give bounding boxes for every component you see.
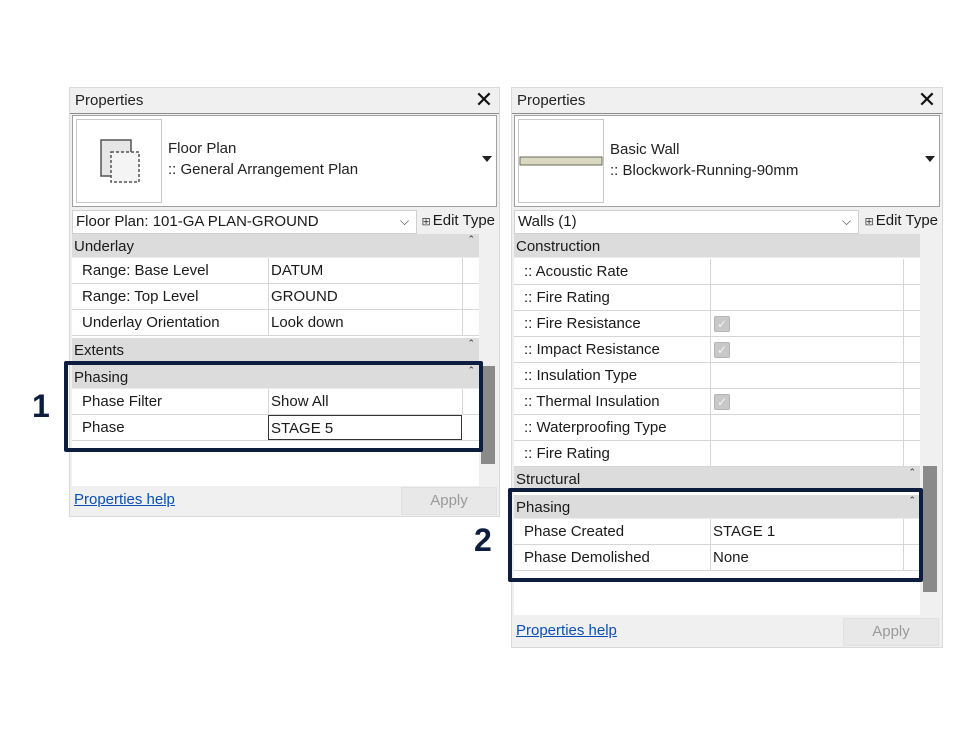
type-name: :: General Arrangement Plan <box>168 161 359 178</box>
property-value[interactable] <box>710 363 903 389</box>
edit-type-label: Edit Type <box>875 212 938 229</box>
property-extra-cell <box>462 310 479 336</box>
property-value: ✓ <box>710 311 903 337</box>
properties-help-link[interactable]: Properties help <box>74 491 175 508</box>
panel-title: Properties <box>517 92 586 109</box>
callout-box-1 <box>64 361 483 452</box>
group-label: Structural <box>516 471 581 488</box>
property-value[interactable] <box>710 285 903 311</box>
property-name: :: Impact Resistance <box>524 341 660 358</box>
property-value[interactable] <box>710 441 903 467</box>
instance-filter-dropdown[interactable]: Walls (1) ⌵ <box>514 210 859 234</box>
vertical-scrollbar[interactable] <box>921 234 939 592</box>
group-label: Underlay <box>74 238 135 255</box>
property-name: :: Waterproofing Type <box>524 419 667 436</box>
instance-filter-dropdown[interactable]: Floor Plan: 101-GA PLAN-GROUND ⌵ <box>72 210 417 234</box>
property-row[interactable]: :: Thermal Insulation ✓ <box>514 389 920 415</box>
properties-panel-left: Properties ✕ Floor Plan :: General Arran… <box>69 87 500 517</box>
property-value[interactable] <box>710 259 903 285</box>
apply-button[interactable]: Apply <box>843 618 939 646</box>
edit-type-button[interactable]: ⊞ Edit Type <box>422 212 495 229</box>
collapse-icon[interactable]: ⌃ <box>908 467 916 478</box>
property-row[interactable]: :: Waterproofing Type <box>514 415 920 441</box>
property-extra-cell <box>462 258 479 284</box>
property-name: :: Thermal Insulation <box>524 393 660 410</box>
property-row[interactable]: :: Insulation Type <box>514 363 920 389</box>
property-name: Range: Base Level <box>82 262 209 279</box>
chevron-down-icon[interactable] <box>482 156 492 162</box>
property-row[interactable]: :: Acoustic Rate <box>514 259 920 285</box>
checkbox-checked[interactable]: ✓ <box>714 342 730 358</box>
property-row[interactable]: :: Fire Rating <box>514 285 920 311</box>
group-construction[interactable]: Construction <box>514 234 920 258</box>
floor-plan-icon <box>76 119 162 203</box>
panel-title: Properties <box>75 92 144 109</box>
scrollbar-thumb[interactable] <box>481 366 495 464</box>
property-extra-cell <box>903 441 920 467</box>
property-value[interactable]: DATUM <box>268 258 462 284</box>
edit-type-icon: ⊞ <box>421 216 431 228</box>
property-extra-cell <box>903 363 920 389</box>
type-family: Floor Plan <box>168 140 237 157</box>
type-name: :: Blockwork-Running-90mm <box>610 162 799 179</box>
property-row[interactable]: :: Fire Rating <box>514 441 920 467</box>
property-name: :: Fire Rating <box>524 289 610 306</box>
collapse-icon[interactable]: ⌃ <box>467 338 475 349</box>
properties-help-link[interactable]: Properties help <box>516 622 617 639</box>
edit-type-label: Edit Type <box>432 212 495 229</box>
property-extra-cell <box>903 285 920 311</box>
panel-header: Properties ✕ <box>512 88 942 114</box>
property-extra-cell <box>903 259 920 285</box>
property-name: Range: Top Level <box>82 288 199 305</box>
property-name: :: Fire Resistance <box>524 315 641 332</box>
property-row[interactable]: :: Fire Resistance ✓ <box>514 311 920 337</box>
property-name: Underlay Orientation <box>82 314 220 331</box>
callout-box-2 <box>508 488 923 582</box>
panel-header: Properties ✕ <box>70 88 499 114</box>
edit-type-button[interactable]: ⊞ Edit Type <box>865 212 938 229</box>
instance-filter-label: Floor Plan: 101-GA PLAN-GROUND <box>76 213 319 230</box>
group-extents[interactable]: Extents ⌃ <box>72 338 479 362</box>
chevron-down-icon: ⌵ <box>400 214 410 228</box>
property-value[interactable] <box>710 415 903 441</box>
callout-number-2: 2 <box>474 522 492 558</box>
property-name: :: Insulation Type <box>524 367 638 384</box>
group-label: Extents <box>74 342 125 359</box>
group-underlay[interactable]: Underlay ⌃ <box>72 234 479 258</box>
property-row[interactable]: Underlay Orientation Look down <box>72 310 479 336</box>
property-extra-cell <box>903 415 920 441</box>
instance-filter-label: Walls (1) <box>518 213 577 230</box>
instance-selector: Floor Plan: 101-GA PLAN-GROUND ⌵ ⊞ Edit T… <box>72 210 497 234</box>
chevron-down-icon: ⌵ <box>842 214 852 228</box>
callout-number-1: 1 <box>32 388 50 424</box>
property-name: :: Acoustic Rate <box>524 263 629 280</box>
edit-type-icon: ⊞ <box>864 216 874 228</box>
close-icon[interactable]: ✕ <box>916 88 938 112</box>
checkbox-checked[interactable]: ✓ <box>714 316 730 332</box>
checkbox-checked[interactable]: ✓ <box>714 394 730 410</box>
scrollbar-thumb[interactable] <box>923 466 937 592</box>
property-extra-cell <box>903 311 920 337</box>
close-icon[interactable]: ✕ <box>473 88 495 112</box>
property-extra-cell <box>903 389 920 415</box>
property-extra-cell <box>903 337 920 363</box>
property-extra-cell <box>462 284 479 310</box>
type-family: Basic Wall <box>610 141 680 158</box>
property-value[interactable]: Look down <box>268 310 462 336</box>
wall-preview-icon <box>518 119 604 203</box>
property-value[interactable]: GROUND <box>268 284 462 310</box>
apply-button[interactable]: Apply <box>401 487 497 515</box>
instance-selector: Walls (1) ⌵ ⊞ Edit Type <box>514 210 940 234</box>
property-value: ✓ <box>710 389 903 415</box>
property-row[interactable]: Range: Top Level GROUND <box>72 284 479 310</box>
collapse-icon[interactable]: ⌃ <box>467 234 475 245</box>
chevron-down-icon[interactable] <box>925 156 935 162</box>
property-value: ✓ <box>710 337 903 363</box>
property-row[interactable]: :: Impact Resistance ✓ <box>514 337 920 363</box>
property-name: :: Fire Rating <box>524 445 610 462</box>
type-selector[interactable]: Floor Plan :: General Arrangement Plan <box>72 115 497 207</box>
property-row[interactable]: Range: Base Level DATUM <box>72 258 479 284</box>
group-label: Construction <box>516 238 601 255</box>
type-selector[interactable]: Basic Wall :: Blockwork-Running-90mm <box>514 115 940 207</box>
